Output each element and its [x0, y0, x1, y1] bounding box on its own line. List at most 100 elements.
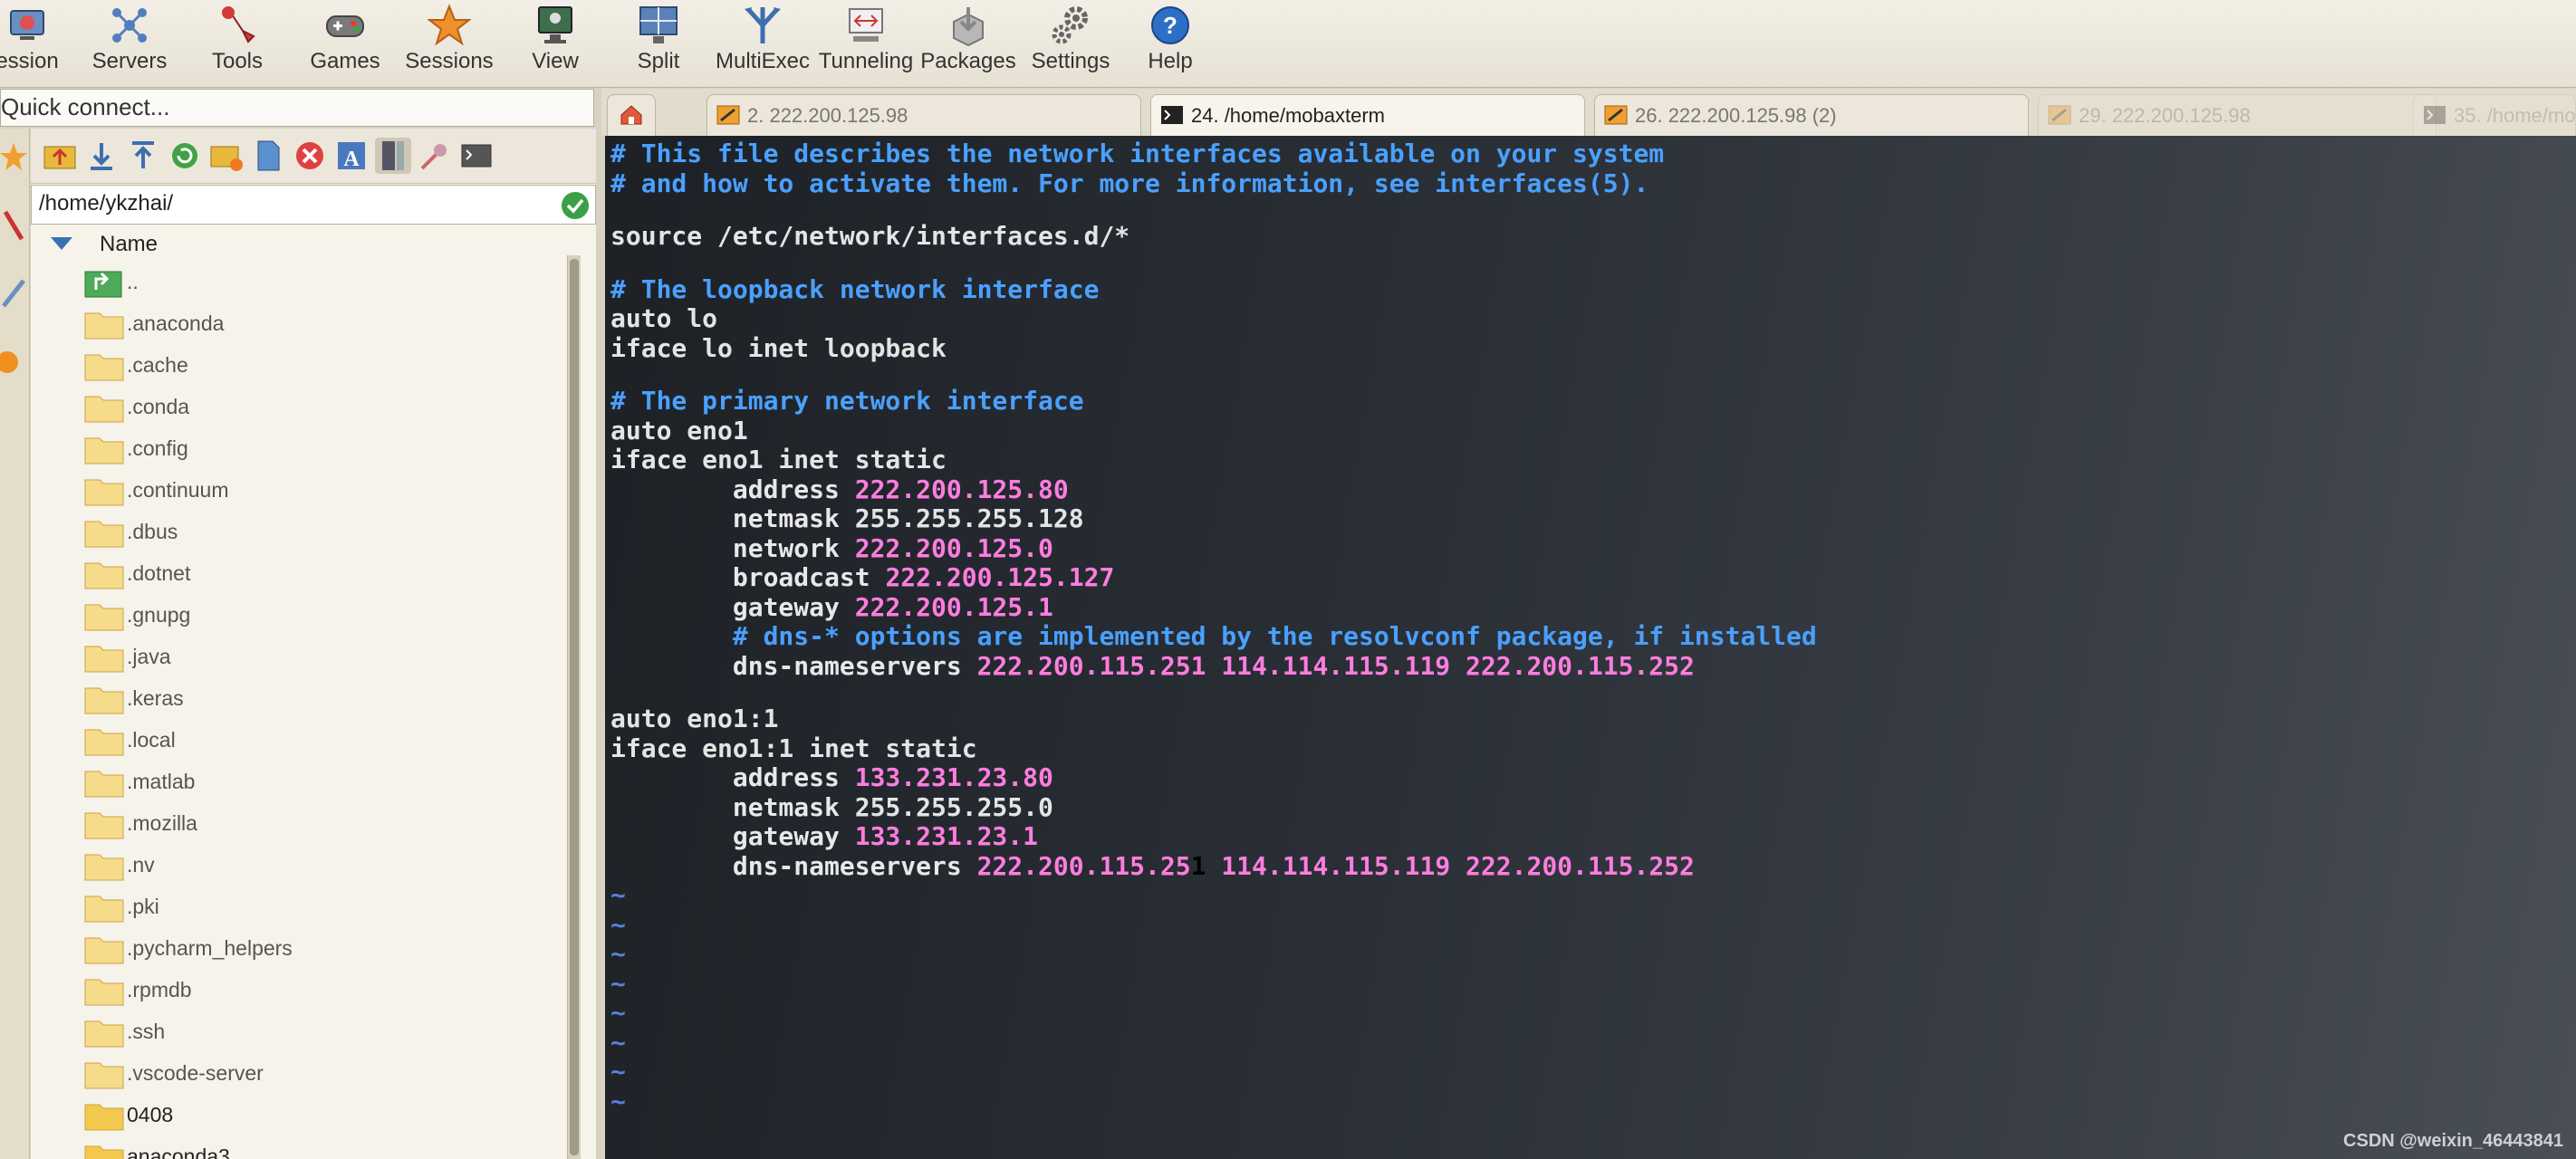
file-row[interactable]: .config: [31, 429, 565, 471]
terminal-here-button[interactable]: [458, 138, 495, 174]
file-row[interactable]: .mozilla: [31, 804, 565, 846]
folder-icon: [84, 729, 124, 756]
file-row[interactable]: .keras: [31, 679, 565, 721]
tools-button[interactable]: Tools: [183, 0, 292, 87]
file-row[interactable]: anaconda3: [31, 1137, 565, 1159]
path-input[interactable]: /home/ykzhai/: [31, 185, 596, 225]
delete-button[interactable]: [292, 138, 328, 174]
file-row[interactable]: .continuum: [31, 471, 565, 512]
empty-line-marker: ~: [610, 999, 626, 1028]
help-button[interactable]: ? Help: [1116, 0, 1225, 87]
path-text: /home/ykzhai/: [39, 191, 174, 216]
terminal-text-span: 222.200.125.127: [885, 562, 1115, 592]
session-button[interactable]: ession: [0, 0, 82, 87]
tunneling-button[interactable]: Tunneling: [812, 0, 920, 87]
svg-text:?: ?: [1163, 12, 1177, 39]
rename-button[interactable]: A: [333, 138, 370, 174]
file-row[interactable]: .anaconda: [31, 304, 565, 346]
new-folder-button[interactable]: [208, 138, 245, 174]
tunneling-icon: [849, 8, 883, 42]
sessions-button[interactable]: Sessions: [395, 0, 504, 87]
multiexec-button[interactable]: MultiExec: [708, 0, 817, 87]
file-row[interactable]: .conda: [31, 388, 565, 429]
settings-label: Settings: [1031, 49, 1110, 73]
tab-home[interactable]: [607, 94, 656, 136]
tools-side-icon[interactable]: [0, 206, 27, 246]
tab-session-35[interactable]: 35. /home/mobaxte: [2413, 94, 2576, 136]
tab-session-29[interactable]: 29. 222.200.125.98: [2038, 94, 2437, 136]
view-label: View: [532, 49, 579, 73]
file-name: .continuum: [127, 478, 229, 502]
sessions-label: Sessions: [405, 49, 494, 73]
file-row[interactable]: .rpmdb: [31, 971, 565, 1012]
terminal-line: dns-nameservers 222.200.115.251 114.114.…: [610, 651, 1695, 681]
folder-icon: [84, 479, 124, 506]
download-button[interactable]: [83, 138, 120, 174]
terminal-icon: [461, 144, 492, 168]
macros-side-icon[interactable]: [0, 273, 27, 313]
games-button[interactable]: Games: [291, 0, 399, 87]
folder-icon: [84, 812, 124, 839]
tab-session-26[interactable]: 26. 222.200.125.98 (2): [1594, 94, 2029, 136]
name-column-header[interactable]: Name: [31, 228, 565, 261]
new-file-button[interactable]: [250, 138, 286, 174]
terminal-text-span: gateway: [610, 821, 855, 851]
terminal-text-span: 222.200.125.1: [854, 591, 1053, 622]
packages-button[interactable]: Packages: [914, 0, 1023, 87]
tab-session-2[interactable]: 2. 222.200.125.98: [706, 94, 1141, 136]
sftp-browser: A /home/ykzhai/ Name .. .anaconda .cache .c…: [31, 129, 596, 1159]
tab-label: 24. /home/mobaxterm: [1191, 104, 1385, 127]
file-name: .cache: [127, 353, 188, 377]
terminal-text-span: 255.255.255.0: [854, 791, 1053, 822]
folder-icon: [84, 771, 124, 798]
file-row[interactable]: .cache: [31, 346, 565, 388]
upload-button[interactable]: [125, 138, 161, 174]
view-button[interactable]: View: [501, 0, 610, 87]
favorites-star-icon[interactable]: [0, 138, 27, 177]
file-row[interactable]: .nv: [31, 846, 565, 887]
refresh-button[interactable]: [167, 138, 203, 174]
split-button[interactable]: Split: [604, 0, 713, 87]
folder-icon: [84, 1020, 124, 1048]
terminal-screen[interactable]: # This file describes the network interf…: [605, 136, 2576, 1159]
file-row[interactable]: ..: [31, 263, 565, 304]
file-row[interactable]: .vscode-server: [31, 1054, 565, 1096]
view-icon: [538, 6, 572, 43]
tab-session-24[interactable]: 24. /home/mobaxterm: [1150, 94, 1585, 136]
quick-connect-input[interactable]: Quick connect...: [0, 89, 594, 127]
file-row[interactable]: 0408: [31, 1096, 565, 1137]
file-row[interactable]: .gnupg: [31, 596, 565, 637]
file-list-scrollbar[interactable]: [567, 255, 581, 1159]
file-row[interactable]: .matlab: [31, 762, 565, 804]
file-name: .java: [127, 645, 171, 668]
terminal-text-span: 133.231.23.80: [854, 762, 1053, 792]
file-row[interactable]: .ssh: [31, 1012, 565, 1054]
sessions-star-icon: [428, 4, 471, 46]
parent-dir-button[interactable]: [42, 138, 78, 174]
permissions-button[interactable]: [417, 138, 453, 174]
terminal-text-span: 222.200.125.80: [854, 474, 1069, 504]
multiexec-label: MultiExec: [715, 49, 811, 73]
terminal-text-span: auto lo: [610, 303, 718, 333]
file-row[interactable]: .dotnet: [31, 554, 565, 596]
show-hidden-button[interactable]: [375, 138, 411, 174]
terminal-text-span: # dns-* options are implemented by the r…: [610, 621, 1817, 651]
confirm-check-icon[interactable]: [561, 191, 590, 220]
session-tab-bar: 2. 222.200.125.98 24. /home/mobaxterm 26…: [601, 89, 2576, 136]
upload-icon: [132, 141, 154, 168]
file-name: .anaconda: [127, 311, 225, 335]
folder-icon: [84, 854, 124, 881]
file-row[interactable]: .pycharm_helpers: [31, 929, 565, 971]
file-row[interactable]: .local: [31, 721, 565, 762]
file-row[interactable]: .dbus: [31, 512, 565, 554]
session-label: ession: [0, 49, 59, 73]
terminal-text-span: # The primary network interface: [610, 386, 1084, 416]
terminal-text-span: ~: [610, 998, 626, 1028]
servers-button[interactable]: Servers: [75, 0, 184, 87]
hidden-files-icon: [382, 141, 404, 170]
file-row[interactable]: .java: [31, 637, 565, 679]
sftp-side-icon[interactable]: [0, 342, 27, 382]
settings-button[interactable]: Settings: [1016, 0, 1125, 87]
file-row[interactable]: .pki: [31, 887, 565, 929]
scrollbar-thumb[interactable]: [570, 259, 579, 1155]
